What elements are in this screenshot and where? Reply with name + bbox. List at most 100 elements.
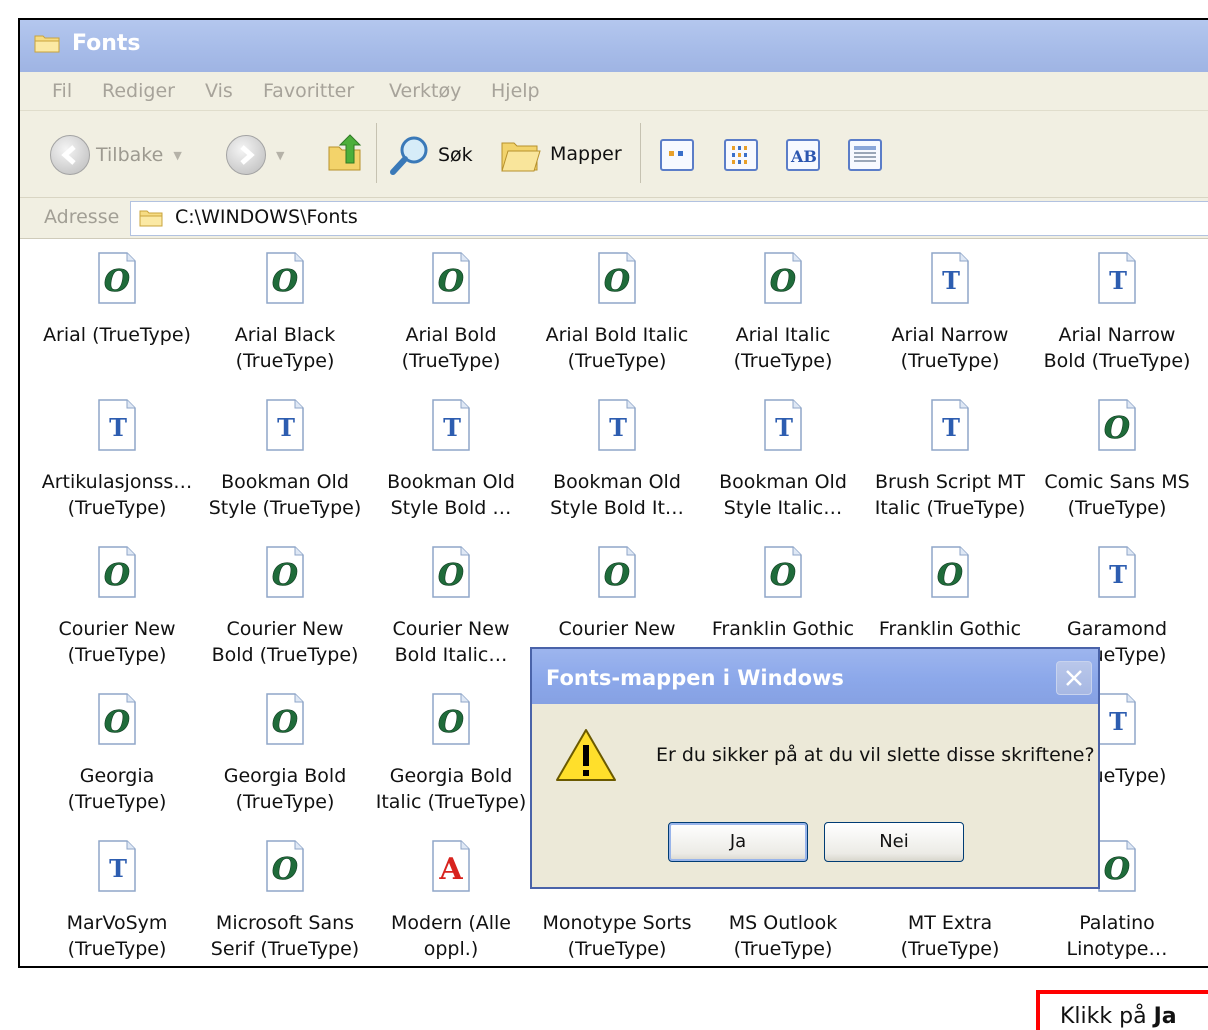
opentype-font-icon: O (432, 252, 470, 304)
dialog-close-button[interactable] (1056, 661, 1092, 695)
font-name-line1: Arial Black (234, 324, 336, 346)
view-small-icons-button[interactable] (724, 139, 758, 171)
font-name-line1: Brush Script MT (874, 471, 1025, 493)
font-name-line2: Linotype… (1066, 938, 1168, 960)
font-name-line1: Arial Narrow (891, 324, 1009, 346)
title-bar[interactable]: Fonts (20, 20, 1208, 72)
font-file-name: Arial (TrueType) (32, 322, 202, 348)
menu-tools[interactable]: Verktøy (389, 80, 461, 102)
font-file-name: Brush Script MT Italic (TrueType) (865, 469, 1035, 521)
font-file-name: Arial Bold (TrueType) (366, 322, 536, 374)
svg-text:T: T (942, 413, 960, 442)
search-button[interactable]: Søk (388, 133, 473, 177)
back-button[interactable]: Tilbake ▼ (50, 135, 182, 175)
svg-text:T: T (609, 413, 627, 442)
details-view-icon (854, 146, 876, 162)
font-name-line2: (TrueType) (235, 791, 335, 813)
opentype-font-icon: O (432, 546, 470, 598)
font-name-line1: Arial (TrueType) (43, 324, 191, 346)
opentype-font-icon: O (1098, 399, 1136, 451)
truetype-font-icon: T (98, 399, 136, 451)
svg-text:O: O (272, 264, 298, 299)
menu-edit[interactable]: Rediger (102, 80, 175, 102)
svg-text:T: T (1109, 560, 1127, 589)
svg-text:O: O (438, 705, 464, 740)
font-name-line2: (TrueType) (235, 350, 335, 372)
instruction-text: Klikk på Ja (1060, 1004, 1177, 1029)
opentype-font-icon: O (764, 546, 802, 598)
folders-button[interactable]: Mapper (498, 133, 622, 175)
view-large-icons-button[interactable] (660, 139, 694, 171)
opentype-font-icon: O (266, 840, 304, 892)
svg-text:O: O (770, 558, 796, 593)
font-file-name: Arial Italic (TrueType) (698, 322, 868, 374)
yes-button[interactable]: Ja (668, 822, 808, 862)
confirm-delete-dialog: Fonts-mappen i Windows Er du sikker på a… (530, 647, 1100, 889)
svg-text:O: O (104, 264, 130, 299)
font-name-line2: oppl.) (423, 938, 479, 960)
address-bar: Adresse C:\WINDOWS\Fonts (20, 198, 1208, 239)
font-file-name: Georgia Bold (TrueType) (200, 763, 370, 815)
opentype-font-icon: O (432, 693, 470, 745)
truetype-font-icon: T (931, 252, 969, 304)
font-file-name: Monotype Sorts (TrueType) (532, 910, 702, 962)
font-file-name: Franklin Gothic (865, 616, 1035, 642)
font-file-name: Franklin Gothic (698, 616, 868, 642)
font-name-line1: Bookman Old (719, 471, 847, 493)
truetype-font-icon: T (266, 399, 304, 451)
font-file-name: MT Extra (TrueType) (865, 910, 1035, 962)
svg-text:T: T (109, 413, 127, 442)
svg-text:AB: AB (790, 147, 817, 166)
forward-button[interactable]: ▼ (226, 135, 284, 175)
search-label: Søk (438, 144, 473, 166)
svg-text:O: O (1104, 852, 1130, 887)
svg-text:A: A (438, 852, 463, 887)
font-name-line2: Style Italic… (723, 497, 843, 519)
font-name-line1: Artikulasjonss… (41, 471, 193, 493)
svg-text:T: T (277, 413, 295, 442)
address-field[interactable]: C:\WINDOWS\Fonts (130, 201, 1208, 236)
back-dropdown-icon[interactable]: ▼ (173, 149, 181, 162)
font-name-line1: Palatino (1079, 912, 1155, 934)
view-details-button[interactable] (848, 139, 882, 171)
font-name-line1: MarVoSym (66, 912, 168, 934)
font-name-line2: (TrueType) (733, 350, 833, 372)
font-name-line1: Garamond (1066, 618, 1168, 640)
font-name-line1: Arial Italic (735, 324, 831, 346)
opentype-font-icon: O (266, 252, 304, 304)
font-name-line2: (TrueType) (567, 350, 667, 372)
dialog-title-bar[interactable]: Fonts-mappen i Windows (532, 649, 1098, 704)
font-file-name: Georgia Bold Italic (TrueType) (366, 763, 536, 815)
svg-text:O: O (438, 558, 464, 593)
font-name-line2: Italic (TrueType) (874, 497, 1026, 519)
font-file-name: Bookman Old Style Bold It… (532, 469, 702, 521)
menu-file[interactable]: Fil (52, 80, 72, 102)
up-folder-icon[interactable] (326, 133, 364, 173)
menu-favorites[interactable]: Favoritter (263, 80, 354, 102)
folder-icon (34, 35, 60, 53)
svg-text:T: T (1109, 266, 1127, 295)
no-button[interactable]: Nei (824, 822, 964, 862)
truetype-font-icon: T (1098, 693, 1136, 745)
font-file-name: Courier New Bold (TrueType) (200, 616, 370, 668)
forward-dropdown-icon[interactable]: ▼ (276, 149, 284, 162)
view-font-similarity-button[interactable]: AB (786, 139, 820, 171)
font-file-name: MarVoSym (TrueType) (32, 910, 202, 962)
font-file-name: Arial Bold Italic (TrueType) (532, 322, 702, 374)
font-name-line2: (TrueType) (1067, 497, 1167, 519)
font-name-line1: Comic Sans MS (1044, 471, 1190, 493)
font-name-line2: (TrueType) (900, 938, 1000, 960)
menu-help[interactable]: Hjelp (491, 80, 540, 102)
font-name-line1: MS Outlook (728, 912, 838, 934)
opentype-font-icon: O (931, 546, 969, 598)
font-name-line1: Georgia (79, 765, 155, 787)
small-icons-view-icon (732, 146, 747, 164)
toolbar: Tilbake ▼ ▼ Søk Mapper AB (20, 111, 1208, 198)
search-icon (390, 136, 428, 175)
back-arrow-icon (50, 135, 90, 175)
svg-text:O: O (604, 558, 630, 593)
menu-view[interactable]: Vis (205, 80, 233, 102)
truetype-font-icon: T (1098, 252, 1136, 304)
font-name-line2: Bold (TrueType) (211, 644, 359, 666)
truetype-font-icon: T (764, 399, 802, 451)
